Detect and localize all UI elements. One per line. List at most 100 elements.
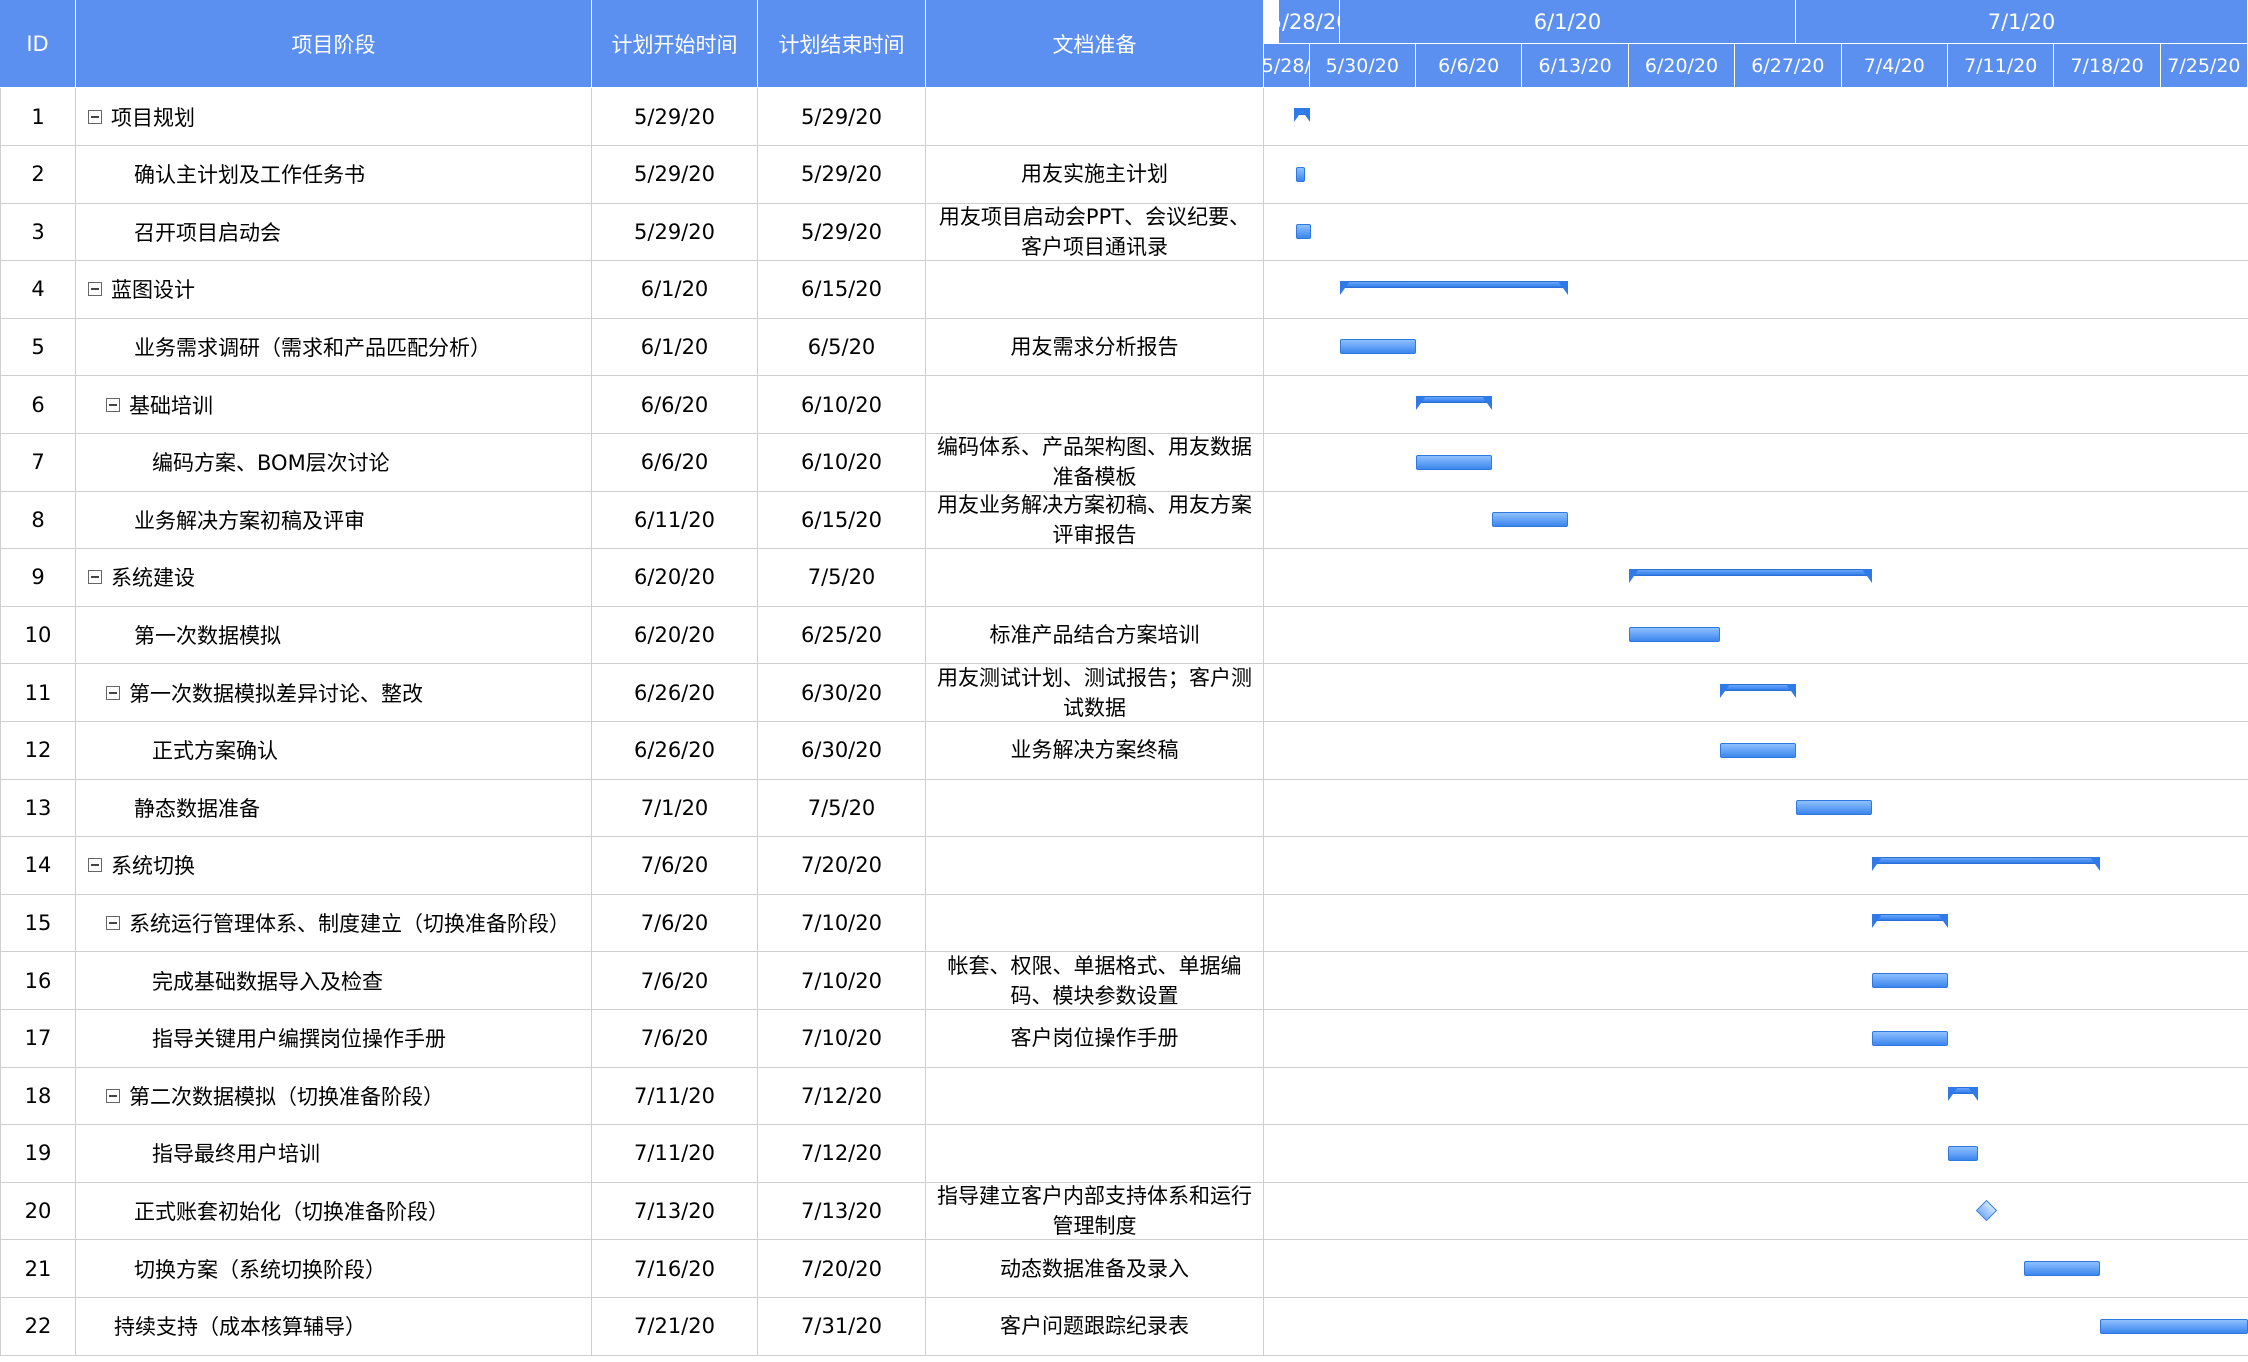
task-row[interactable]: 9 系统建设 6/20/20 7/5/20 <box>0 548 2248 607</box>
collapse-toggle-icon[interactable] <box>88 858 102 873</box>
task-name-cell: 业务需求调研（需求和产品匹配分析） <box>76 318 592 376</box>
task-row[interactable]: 10 第一次数据模拟 6/20/20 6/25/20 标准产品结合方案培训 <box>0 606 2248 665</box>
task-start: 7/11/20 <box>592 1067 758 1125</box>
task-id: 13 <box>0 779 76 837</box>
task-row[interactable]: 12 正式方案确认 6/26/20 6/30/20 业务解决方案终稿 <box>0 721 2248 780</box>
task-doc-text: 指导建立客户内部支持体系和运行管理制度 <box>937 1183 1252 1238</box>
timeline-row <box>1264 376 2248 433</box>
collapse-toggle-icon[interactable] <box>88 109 102 124</box>
task-name-cell: 第二次数据模拟（切换准备阶段） <box>76 1067 592 1125</box>
timeline-row <box>1264 1067 2248 1124</box>
task-name: 完成基础数据导入及检查 <box>152 969 383 994</box>
timeline-month: 7/1/20 <box>1796 0 2248 44</box>
task-bar[interactable] <box>1296 224 1312 240</box>
summary-bar[interactable] <box>1948 1087 1979 1106</box>
task-doc <box>926 1067 1264 1125</box>
task-row[interactable]: 18 第二次数据模拟（切换准备阶段） 7/11/20 7/12/20 <box>0 1067 2248 1126</box>
summary-bar[interactable] <box>1628 568 1872 588</box>
collapse-toggle-icon[interactable] <box>106 685 120 700</box>
task-bar[interactable] <box>2024 1261 2100 1276</box>
summary-bar[interactable] <box>1720 684 1796 703</box>
task-row[interactable]: 19 指导最终用户培训 7/11/20 7/12/20 <box>0 1124 2248 1183</box>
task-id: 19 <box>0 1124 76 1182</box>
task-row[interactable]: 6 基础培训 6/6/20 6/10/20 <box>0 376 2248 434</box>
task-row[interactable]: 8 业务解决方案初稿及评审 6/11/20 6/15/20 用友业务解决方案初稿、用友方… <box>0 491 2248 550</box>
task-row[interactable]: 15 系统运行管理体系、制度建立（切换准备阶段） 7/6/20 7/10/20 <box>0 894 2248 953</box>
collapse-toggle-icon[interactable] <box>88 570 102 585</box>
task-name: 业务解决方案初稿及评审 <box>134 508 365 533</box>
task-name: 基础培训 <box>129 393 213 418</box>
collapse-toggle-icon[interactable] <box>106 397 120 412</box>
task-name-cell: 正式方案确认 <box>76 721 592 779</box>
task-doc: 用友业务解决方案初稿、用友方案评审报告 <box>926 491 1264 549</box>
summary-bar[interactable] <box>1340 280 1568 300</box>
header-phase[interactable]: 项目阶段 <box>76 0 592 88</box>
task-name: 指导关键用户编撰岗位操作手册 <box>152 1027 446 1052</box>
task-name-cell: 第一次数据模拟 <box>76 606 592 664</box>
task-bar[interactable] <box>1340 339 1416 355</box>
task-bar[interactable] <box>1296 166 1306 182</box>
milestone-marker[interactable] <box>1975 1200 1997 1222</box>
header-end[interactable]: 计划结束时间 <box>758 0 926 88</box>
task-start: 7/21/20 <box>592 1297 758 1355</box>
task-end: 7/12/20 <box>758 1124 926 1182</box>
task-end: 7/12/20 <box>758 1067 926 1125</box>
header-start[interactable]: 计划开始时间 <box>592 0 758 88</box>
task-name: 项目规划 <box>111 105 195 130</box>
task-start: 6/6/20 <box>592 433 758 491</box>
task-name: 蓝图设计 <box>111 278 195 303</box>
task-start: 6/26/20 <box>592 721 758 779</box>
task-row[interactable]: 11 第一次数据模拟差异讨论、整改 6/26/20 6/30/20 用友测试计划、测试报… <box>0 664 2248 722</box>
task-row[interactable]: 1 项目规划 5/29/20 5/29/20 <box>0 88 2248 146</box>
task-row[interactable]: 20 正式账套初始化（切换准备阶段） 7/13/20 7/13/20 指导建立客户内部支… <box>0 1182 2248 1241</box>
task-row[interactable]: 7 编码方案、BOM层次讨论 6/6/20 6/10/20 编码体系、产品架构图、用友数… <box>0 433 2248 492</box>
collapse-toggle-icon[interactable] <box>106 915 120 930</box>
task-doc <box>926 260 1264 318</box>
summary-bar[interactable] <box>1872 914 1948 933</box>
header-docs[interactable]: 文档准备 <box>926 0 1264 88</box>
timeline-week: 6/20/20 <box>1628 44 1736 88</box>
task-start: 7/13/20 <box>592 1182 758 1240</box>
task-row[interactable]: 5 业务需求调研（需求和产品匹配分析） 6/1/20 6/5/20 用友需求分析报告 <box>0 318 2248 377</box>
task-row[interactable]: 3 召开项目启动会 5/29/20 5/29/20 用友项目启动会PPT、会议纪要、客户… <box>0 203 2248 262</box>
task-bar[interactable] <box>1872 973 1948 988</box>
task-id: 12 <box>0 721 76 779</box>
task-bar[interactable] <box>1416 454 1492 470</box>
task-row[interactable]: 17 指导关键用户编撰岗位操作手册 7/6/20 7/10/20 客户岗位操作手册 <box>0 1009 2248 1068</box>
task-name-cell: 切换方案（系统切换阶段） <box>76 1240 592 1297</box>
task-row[interactable]: 2 确认主计划及工作任务书 5/29/20 5/29/20 用友实施主计划 <box>0 145 2248 204</box>
task-bar[interactable] <box>1720 742 1796 758</box>
task-row[interactable]: 21 切换方案（系统切换阶段） 7/16/20 7/20/20 动态数据准备及录入 <box>0 1240 2248 1298</box>
task-start: 7/6/20 <box>592 836 758 894</box>
task-doc <box>926 1124 1264 1182</box>
task-bar[interactable] <box>1492 512 1568 528</box>
task-name-cell: 基础培训 <box>76 376 592 433</box>
timeline-row <box>1264 722 2248 779</box>
task-row[interactable]: 22 持续支持（成本核算辅导） 7/21/20 7/31/20 客户问题跟踪纪录表 <box>0 1297 2248 1356</box>
summary-bar[interactable] <box>1294 108 1310 127</box>
task-id: 22 <box>0 1297 76 1355</box>
task-bar[interactable] <box>1628 627 1720 643</box>
task-name: 系统运行管理体系、制度建立（切换准备阶段） <box>129 911 570 936</box>
task-bar[interactable] <box>1872 1030 1948 1046</box>
task-doc <box>926 779 1264 837</box>
task-bar[interactable] <box>2100 1318 2248 1334</box>
task-start: 6/1/20 <box>592 260 758 318</box>
task-bar[interactable] <box>1796 800 1872 816</box>
task-doc <box>926 88 1264 145</box>
collapse-toggle-icon[interactable] <box>106 1088 120 1103</box>
task-row[interactable]: 14 系统切换 7/6/20 7/20/20 <box>0 836 2248 895</box>
task-id: 5 <box>0 318 76 376</box>
task-name: 业务需求调研（需求和产品匹配分析） <box>134 335 491 360</box>
collapse-toggle-icon[interactable] <box>88 282 102 297</box>
timeline-row <box>1264 261 2248 318</box>
task-row[interactable]: 4 蓝图设计 6/1/20 6/15/20 <box>0 260 2248 319</box>
header-id[interactable]: ID <box>0 0 76 88</box>
task-bar[interactable] <box>1948 1145 1979 1161</box>
task-doc-text: 客户岗位操作手册 <box>1010 1026 1179 1051</box>
task-row[interactable]: 13 静态数据准备 7/1/20 7/5/20 <box>0 779 2248 838</box>
summary-bar[interactable] <box>1872 856 2100 876</box>
task-name-cell: 确认主计划及工作任务书 <box>76 145 592 203</box>
summary-bar[interactable] <box>1416 396 1492 415</box>
task-row[interactable]: 16 完成基础数据导入及检查 7/6/20 7/10/20 帐套、权限、单据格式、单据编… <box>0 952 2248 1010</box>
